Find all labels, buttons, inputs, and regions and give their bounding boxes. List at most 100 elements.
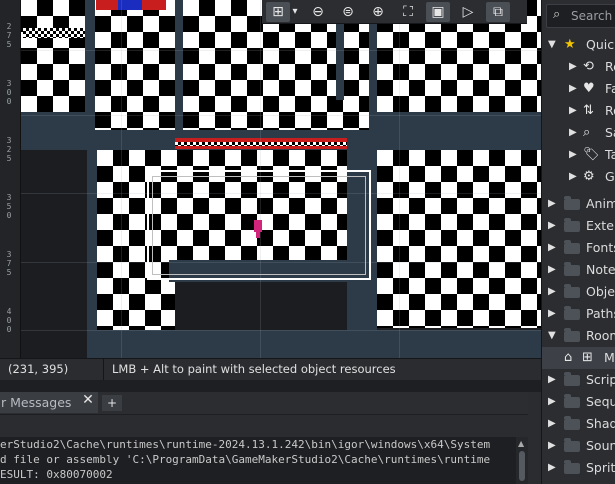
zoom-in-icon[interactable]: ⊕ (366, 2, 390, 22)
chevron-right-icon[interactable]: ▶ (569, 100, 577, 122)
floor-tiles (377, 150, 541, 328)
chevron-right-icon[interactable]: ▶ (569, 56, 577, 78)
asset-item-ro[interactable]: ▶ ⇅ Ro (542, 100, 615, 122)
zoom-reset-icon[interactable]: ⊜ (336, 2, 360, 22)
chevron-down-icon[interactable]: ▼ (548, 34, 556, 56)
room-icon: ⌂ (564, 350, 573, 365)
vertical-ruler: 2 7 5 3 0 0 3 2 5 3 5 0 3 7 5 4 0 0 (0, 0, 21, 358)
scroll-up-icon[interactable]: ▲ (518, 439, 524, 448)
chevron-right-icon[interactable]: ▶ (569, 122, 577, 144)
panel-edge (528, 392, 541, 484)
wall-tiles (347, 330, 541, 358)
folder-icon (564, 284, 580, 298)
grid-line (21, 330, 541, 331)
ruler-mark: 4 0 0 (6, 307, 12, 334)
asset-item-label: Notes (586, 262, 615, 277)
asset-item-fonts[interactable]: ▶ Fonts (542, 237, 615, 259)
output-scrollbar[interactable]: ▲ (516, 437, 528, 484)
panel-divider[interactable] (0, 380, 541, 392)
asset-item-label: Exten (586, 218, 615, 233)
asset-item-exten[interactable]: ▶ Exten (542, 215, 615, 237)
frame-icon[interactable]: ▣ (426, 1, 450, 22)
close-icon[interactable]: ✕ (80, 392, 96, 413)
chevron-right-icon[interactable]: ▶ (548, 281, 556, 303)
asset-item-label: Ga (605, 169, 615, 184)
grid-line (399, 0, 400, 358)
asset-item-m[interactable]: ⌂ ⊞ M (542, 347, 615, 369)
star-icon: ★ (564, 37, 576, 52)
asset-item-script[interactable]: ▶ Script (542, 369, 615, 391)
ruler-mark: 3 0 0 (6, 79, 12, 106)
room-editor[interactable]: 2 7 5 3 0 0 3 2 5 3 5 0 3 7 5 4 0 0 ⊞ ▾ … (0, 0, 541, 358)
floor-tiles (95, 0, 175, 130)
chevron-right-icon[interactable]: ▶ (548, 369, 556, 391)
asset-item-objec[interactable]: ▶ Objec (542, 281, 615, 303)
layers-icon[interactable]: ⧉ (486, 1, 510, 22)
output-tab-bar: r Messages ✕ + (0, 392, 541, 414)
chevron-right-icon[interactable]: ▶ (548, 413, 556, 435)
scroll-thumb[interactable] (519, 451, 525, 481)
output-filter-bar[interactable] (0, 415, 528, 438)
asset-search[interactable]: ⌕ (546, 4, 615, 28)
asset-item-label: Quick (586, 37, 615, 52)
room-canvas[interactable] (21, 0, 541, 358)
asset-item-quick[interactable]: ▼ ★ Quick (542, 34, 615, 56)
folder-icon (564, 438, 580, 452)
fullscreen-icon[interactable]: ⛶ (396, 2, 420, 22)
asset-item-label: Ta (605, 147, 615, 162)
folder-icon (564, 416, 580, 430)
tab-label: r Messages (1, 395, 72, 410)
chevron-down-icon[interactable]: ▼ (548, 325, 556, 347)
room-toolbar: ⊞ ▾ ⊖ ⊜ ⊕ ⛶ ▣ ▷ ⧉ (262, 0, 527, 24)
chevron-right-icon[interactable]: ▶ (569, 78, 577, 100)
chevron-right-icon[interactable]: ▶ (548, 259, 556, 281)
chevron-right-icon[interactable]: ▶ (548, 237, 556, 259)
asset-item-label: Room (586, 328, 615, 343)
chevron-right-icon[interactable]: ▶ (548, 391, 556, 413)
chevron-right-icon[interactable]: ▶ (548, 457, 556, 479)
ruler-mark: 3 2 5 (6, 136, 12, 163)
asset-item-ga[interactable]: ▶ ⚙ Ga (542, 166, 615, 188)
asset-item-seque[interactable]: ▶ Seque (542, 391, 615, 413)
player-sprite[interactable] (254, 220, 262, 232)
asset-item-ta[interactable]: ▶ 🏷 Ta (542, 144, 615, 166)
chevron-right-icon[interactable]: ▶ (569, 144, 577, 166)
asset-item-shade[interactable]: ▶ Shade (542, 413, 615, 435)
grid-icon[interactable]: ⊞ (266, 1, 290, 22)
chevron-right-icon[interactable]: ▶ (569, 166, 577, 188)
asset-item-sprite[interactable]: ▶ Sprite (542, 457, 615, 479)
asset-item-fa[interactable]: ▶ ♥ Fa (542, 78, 615, 100)
chevron-right-icon[interactable]: ▶ (548, 193, 556, 215)
heart-icon: ♥ (583, 81, 595, 96)
chevron-right-icon[interactable]: ▶ (548, 215, 556, 237)
asset-item-room[interactable]: ▼ Room (542, 325, 615, 347)
search-input[interactable] (571, 8, 615, 24)
status-hint: LMB + Alt to paint with selected object … (112, 362, 396, 376)
asset-item-sound[interactable]: ▶ Sound (542, 435, 615, 457)
folder-icon (564, 262, 580, 276)
asset-item-anima[interactable]: ▶ Anima (542, 193, 615, 215)
asset-item-label: Sound (586, 438, 615, 453)
asset-item-label: Seque (586, 394, 615, 409)
folder-icon (564, 394, 580, 408)
log-line: d file or assembly 'C:\ProgramData\GameM… (0, 453, 491, 466)
chevron-right-icon[interactable]: ▶ (548, 435, 556, 457)
asset-item-label: Paths (586, 306, 615, 321)
asset-item-label: Objec (586, 284, 615, 299)
floor-tiles (21, 0, 85, 112)
add-tab-button[interactable]: + (102, 395, 122, 411)
status-bar: (231, 395) LMB + Alt to paint with selec… (0, 358, 541, 380)
folder-icon (564, 372, 580, 386)
asset-item-re[interactable]: ▶ ⟲ Re (542, 56, 615, 78)
asset-item-label: Ro (605, 103, 615, 118)
search-icon: ⌕ (553, 7, 561, 22)
zoom-out-icon[interactable]: ⊖ (306, 2, 330, 22)
asset-item-paths[interactable]: ▶ Paths (542, 303, 615, 325)
chevron-right-icon[interactable]: ▶ (548, 303, 556, 325)
chevron-down-icon[interactable]: ▾ (290, 2, 300, 22)
asset-item-notes[interactable]: ▶ Notes (542, 259, 615, 281)
play-icon[interactable]: ▷ (456, 2, 480, 22)
room-grid-icon: ⊞ (582, 350, 593, 365)
asset-item-sa[interactable]: ▶ ⌕ Sa (542, 122, 615, 144)
output-log[interactable]: erStudio2\Cache\runtimes\runtime-2024.13… (0, 437, 516, 484)
